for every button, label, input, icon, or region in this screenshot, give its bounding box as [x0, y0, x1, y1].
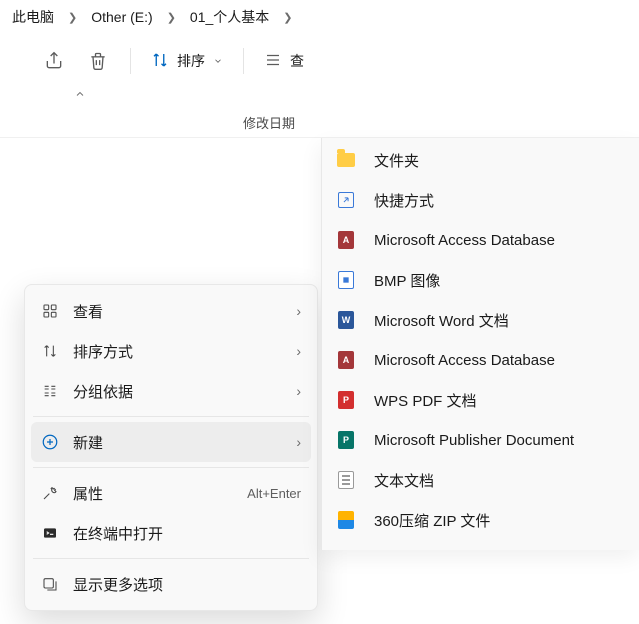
menu-new[interactable]: 新建 ›: [31, 422, 311, 462]
chevron-right-icon: ❯: [275, 11, 300, 24]
submenu-publisher[interactable]: P Microsoft Publisher Document: [322, 420, 639, 460]
submenu-shortcut[interactable]: 快捷方式: [322, 180, 639, 220]
terminal-icon: [41, 524, 59, 542]
wrench-icon: [41, 484, 59, 502]
menu-group[interactable]: 分组依据 ›: [31, 371, 311, 411]
sort-label: 排序: [177, 51, 205, 71]
bmp-icon: [336, 270, 356, 290]
sort-icon: [41, 342, 59, 360]
column-date[interactable]: 修改日期: [243, 113, 295, 132]
delete-button[interactable]: [78, 41, 118, 81]
menu-label: 新建: [73, 432, 282, 453]
view-dropdown[interactable]: 查: [256, 41, 312, 81]
menu-label: 显示更多选项: [73, 574, 301, 595]
publisher-icon: P: [336, 430, 356, 450]
chevron-down-icon: [213, 53, 223, 69]
submenu-bmp[interactable]: BMP 图像: [322, 260, 639, 300]
menu-properties[interactable]: 属性 Alt+Enter: [31, 473, 311, 513]
context-menu: 查看 › 排序方式 › 分组依据 › 新建 › 属性 Alt+Enter 在终端…: [24, 284, 318, 611]
sort-dropdown[interactable]: 排序: [143, 41, 231, 81]
submenu-label: WPS PDF 文档: [374, 390, 477, 411]
breadcrumb-item-folder[interactable]: 01_个人基本: [184, 3, 275, 31]
plus-circle-icon: [41, 433, 59, 451]
shortcut-label: Alt+Enter: [247, 486, 301, 501]
toolbar: 排序 查: [0, 34, 639, 88]
menu-label: 查看: [73, 301, 282, 322]
submenu-word[interactable]: W Microsoft Word 文档: [322, 300, 639, 340]
pdf-icon: P: [336, 390, 356, 410]
share-button[interactable]: [34, 41, 74, 81]
submenu-access[interactable]: A Microsoft Access Database: [322, 220, 639, 260]
submenu-arrow-icon: ›: [296, 434, 301, 450]
text-icon: [336, 470, 356, 490]
collapse-panel-button[interactable]: [0, 88, 639, 108]
file-pane[interactable]: 查看 › 排序方式 › 分组依据 › 新建 › 属性 Alt+Enter 在终端…: [0, 138, 639, 624]
separator: [243, 48, 244, 74]
group-icon: [41, 382, 59, 400]
shortcut-icon: [336, 190, 356, 210]
submenu-label: Microsoft Word 文档: [374, 310, 509, 331]
submenu-label: 文件夹: [374, 150, 419, 171]
submenu-label: 360压缩 ZIP 文件: [374, 510, 490, 531]
submenu-arrow-icon: ›: [296, 303, 301, 319]
menu-label: 在终端中打开: [73, 523, 301, 544]
menu-terminal[interactable]: 在终端中打开: [31, 513, 311, 553]
submenu-pdf[interactable]: P WPS PDF 文档: [322, 380, 639, 420]
submenu-arrow-icon: ›: [296, 383, 301, 399]
separator: [130, 48, 131, 74]
submenu-txt[interactable]: 文本文档: [322, 460, 639, 500]
submenu-zip[interactable]: 360压缩 ZIP 文件: [322, 500, 639, 540]
menu-separator: [33, 467, 309, 468]
more-icon: [41, 575, 59, 593]
submenu-label: 文本文档: [374, 470, 434, 491]
submenu-access-2[interactable]: A Microsoft Access Database: [322, 340, 639, 380]
submenu-folder[interactable]: 文件夹: [322, 140, 639, 180]
menu-label: 分组依据: [73, 381, 282, 402]
view-label: 查: [290, 51, 304, 71]
menu-label: 属性: [73, 483, 233, 504]
menu-view[interactable]: 查看 ›: [31, 291, 311, 331]
submenu-label: Microsoft Access Database: [374, 352, 555, 369]
new-submenu: 文件夹 快捷方式 A Microsoft Access Database BMP…: [321, 138, 639, 550]
zip-icon: [336, 510, 356, 530]
grid-icon: [41, 302, 59, 320]
breadcrumb: 此电脑 ❯ Other (E:) ❯ 01_个人基本 ❯: [0, 0, 639, 34]
menu-separator: [33, 416, 309, 417]
menu-separator: [33, 558, 309, 559]
folder-icon: [336, 150, 356, 170]
access-icon: A: [336, 350, 356, 370]
menu-more-options[interactable]: 显示更多选项: [31, 564, 311, 604]
column-headers: 修改日期: [0, 108, 639, 138]
sort-icon: [151, 51, 169, 72]
word-icon: W: [336, 310, 356, 330]
submenu-arrow-icon: ›: [296, 343, 301, 359]
chevron-right-icon: ❯: [159, 11, 184, 24]
submenu-label: Microsoft Publisher Document: [374, 432, 574, 449]
submenu-label: Microsoft Access Database: [374, 232, 555, 249]
breadcrumb-item-pc[interactable]: 此电脑: [6, 3, 60, 31]
submenu-label: BMP 图像: [374, 270, 440, 291]
chevron-right-icon: ❯: [60, 11, 85, 24]
menu-sort[interactable]: 排序方式 ›: [31, 331, 311, 371]
breadcrumb-item-drive[interactable]: Other (E:): [85, 5, 158, 29]
list-icon: [264, 51, 282, 72]
submenu-label: 快捷方式: [374, 190, 434, 211]
menu-label: 排序方式: [73, 341, 282, 362]
access-icon: A: [336, 230, 356, 250]
